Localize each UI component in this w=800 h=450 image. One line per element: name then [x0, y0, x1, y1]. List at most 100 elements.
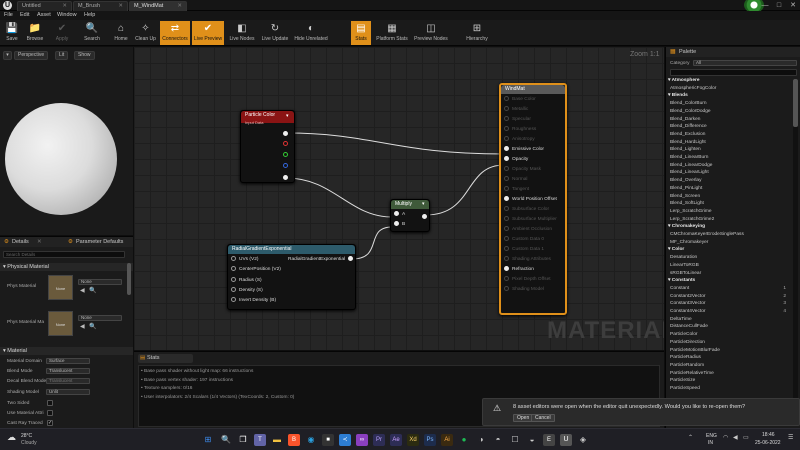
notifications-icon[interactable]: ☰ — [788, 434, 793, 441]
app-icon[interactable]: ◈ — [577, 434, 589, 446]
shading-model-dropdown[interactable]: Unlit — [46, 389, 90, 395]
collapse-icon[interactable]: ▾ — [422, 201, 425, 207]
palette-item[interactable]: ParticleRandom — [670, 362, 790, 370]
radial-gradient-exponential-node[interactable]: RadialGradientExponential RadialGradient… — [227, 244, 356, 310]
palette-item[interactable]: Blend_Lighten — [670, 146, 790, 154]
tab-details[interactable]: Details — [12, 237, 29, 247]
use-material-attributes-checkbox[interactable] — [47, 410, 53, 416]
palette-item[interactable]: Blend_Overlay — [670, 177, 790, 185]
palette-item[interactable]: sRGBToLinear — [670, 270, 790, 278]
search-button[interactable]: 🔍 Search — [81, 21, 103, 45]
output-pin-b-icon[interactable] — [283, 163, 288, 168]
stats-button[interactable]: ▤ Stats — [351, 21, 371, 45]
hierarchy-button[interactable]: ⊞ Hierarchy — [463, 21, 491, 45]
menu-file[interactable]: File — [4, 11, 13, 20]
browse-button[interactable]: 📁 Browse — [24, 21, 46, 45]
result-pin[interactable]: Custom Data 1 — [504, 245, 566, 255]
vscode-icon[interactable]: ≺ — [339, 434, 351, 446]
output-pin-r-icon[interactable] — [283, 141, 288, 146]
result-pin[interactable]: Subsurface Multiplier — [504, 215, 566, 225]
result-pin[interactable]: Custom Data 0 — [504, 235, 566, 245]
editor-tab-untitled[interactable]: Untitled ✕ — [17, 1, 72, 11]
palette-item[interactable]: Blend_Darken — [670, 116, 790, 124]
windmat-result-node[interactable]: WindMat Base Color Metallic Specular Roughn… — [499, 83, 567, 315]
input-language[interactable]: ENG — [706, 433, 717, 439]
use-selected-icon[interactable]: ◀ — [80, 287, 85, 294]
epic-games-icon[interactable]: E — [543, 434, 555, 446]
palette-item[interactable]: MF_Chromakeyer — [670, 239, 790, 247]
visual-studio-icon[interactable]: ∞ — [356, 434, 368, 446]
palette-item[interactable]: ParticleColor — [670, 331, 790, 339]
result-pin[interactable]: Subsurface Color — [504, 205, 566, 215]
lit-button[interactable]: Lit — [55, 51, 69, 60]
pin-radius[interactable]: Radius (S) — [231, 276, 262, 286]
preview-viewport[interactable]: ▾ Perspective Lit Show — [0, 47, 133, 267]
minimize-button[interactable]: — — [758, 0, 772, 11]
output-pin-icon[interactable] — [422, 214, 427, 219]
connectors-button[interactable]: ⇄ Connectors — [160, 21, 190, 45]
decal-blend-mode-dropdown[interactable]: Translucent — [46, 378, 90, 384]
palette-item[interactable]: LinearToRGB — [670, 262, 790, 270]
phys-material-mask-thumbnail[interactable]: None — [48, 311, 73, 336]
menu-edit[interactable]: Edit — [20, 11, 29, 20]
live-update-button[interactable]: ↻ Live Update — [259, 21, 291, 45]
palette-item[interactable]: ParticleSpeed — [670, 385, 790, 393]
store-icon[interactable]: ■ — [322, 434, 334, 446]
pin-invert-density[interactable]: Invert Density (B) — [231, 296, 276, 306]
particle-color-node[interactable]: Particle Color Input Data ▾ — [240, 110, 295, 183]
palette-category[interactable]: ▾ Chromakeying — [668, 223, 788, 231]
close-tab-icon[interactable]: ✕ — [37, 237, 42, 247]
result-pin[interactable]: Tangent — [504, 185, 566, 195]
input-region[interactable]: IN — [708, 440, 713, 446]
palette-item[interactable]: ParticleMotionBlurFade — [670, 347, 790, 355]
close-window-button[interactable]: ✕ — [786, 0, 800, 11]
save-button[interactable]: 💾 Save — [2, 21, 22, 45]
app-icon[interactable]: ◒ — [526, 434, 538, 446]
blend-mode-dropdown[interactable]: Translucent — [46, 368, 90, 374]
palette-item[interactable]: Constant2Vector 2 — [670, 293, 790, 301]
result-pin[interactable]: Opacity Mask — [504, 165, 566, 175]
palette-item[interactable]: ParticleRelativeTime — [670, 370, 790, 378]
palette-item[interactable]: Lerp_ScratchGrime — [670, 208, 790, 216]
phys-material-mask-dropdown[interactable]: None — [78, 315, 122, 321]
xd-icon[interactable]: Xd — [407, 434, 419, 446]
weather-description[interactable]: Cloudy — [21, 440, 37, 446]
wifi-icon[interactable]: ◠ — [723, 434, 728, 441]
palette-item[interactable]: CMChromaKeyerErodeSinglePass — [670, 231, 790, 239]
result-pin[interactable]: Refraction — [504, 265, 566, 275]
output-pin-a-icon[interactable] — [283, 175, 288, 180]
result-pin[interactable]: Ambient Occlusion — [504, 225, 566, 235]
hide-unrelated-button[interactable]: ◐ Hide Unrelated — [293, 21, 329, 45]
brave-browser-icon[interactable]: B — [288, 434, 300, 446]
palette-item[interactable]: DeltaTime — [670, 316, 790, 324]
category-dropdown[interactable]: All — [693, 60, 797, 66]
apply-button[interactable]: ✔ Apply — [52, 21, 72, 45]
collapse-icon[interactable]: ▾ — [286, 113, 289, 119]
result-pin[interactable]: Emissive Color — [504, 145, 566, 155]
multiply-node[interactable]: Multiply ▾ A B — [390, 199, 430, 232]
viewport-menu-button[interactable]: ▾ — [3, 51, 12, 60]
editor-tab-brush[interactable]: M_Brush ✕ — [73, 1, 128, 11]
material-domain-dropdown[interactable]: Surface — [46, 358, 90, 364]
clock-time[interactable]: 18:46 — [762, 432, 775, 438]
details-scrollbar[interactable] — [127, 263, 131, 295]
details-search-input[interactable]: Search Details — [3, 251, 125, 258]
cast-ray-traced-checkbox[interactable]: ✓ — [47, 420, 53, 426]
two-sided-checkbox[interactable] — [47, 400, 53, 406]
result-pin[interactable]: Base Color — [504, 95, 566, 105]
clean-up-button[interactable]: ✧ Clean Up — [133, 21, 158, 45]
palette-item[interactable]: DistanceCullFade — [670, 323, 790, 331]
task-view-icon[interactable]: ❐ — [237, 434, 249, 446]
tab-palette[interactable]: Palette — [679, 49, 696, 55]
app-icon[interactable]: ◓ — [492, 434, 504, 446]
use-selected-icon[interactable]: ◀ — [80, 323, 85, 330]
result-pin[interactable]: Specular — [504, 115, 566, 125]
pin-center-position[interactable]: CenterPosition (V2) — [231, 265, 281, 275]
live-nodes-button[interactable]: ◧ Live Nodes — [227, 21, 257, 45]
output-pin[interactable]: RadialGradientExponential — [288, 255, 356, 265]
palette-item[interactable]: ParticleRadius — [670, 354, 790, 362]
live-preview-button[interactable]: ✔ Live Preview — [192, 21, 224, 45]
phys-material-thumbnail[interactable]: None — [48, 275, 73, 300]
battery-icon[interactable]: ▭ — [743, 434, 749, 441]
pin-uvs[interactable]: UVs (V2) — [231, 255, 258, 265]
